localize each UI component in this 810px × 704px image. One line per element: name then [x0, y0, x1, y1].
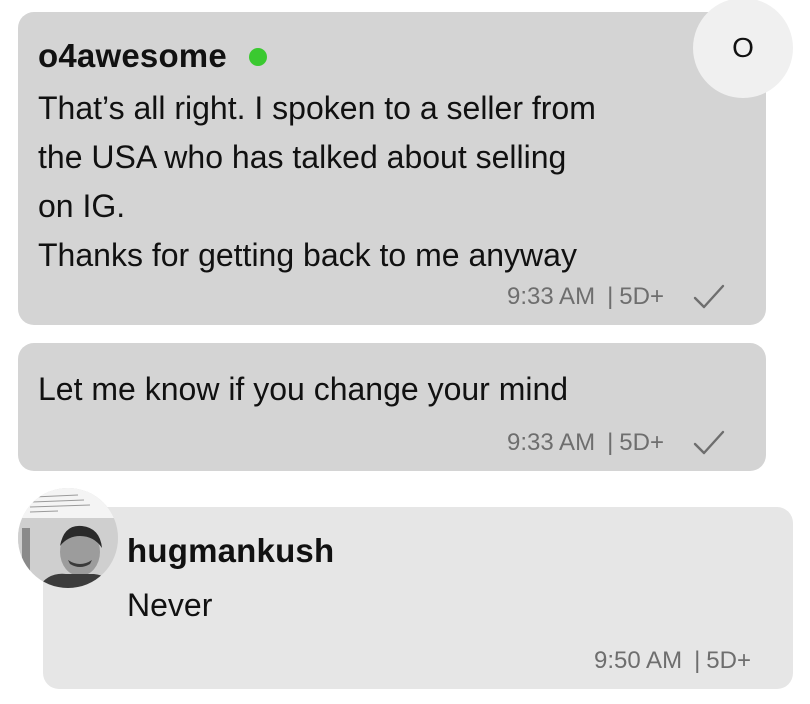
message-time: 9:33 AM [507, 429, 596, 456]
message-time: 9:33 AM [507, 283, 596, 310]
message-meta: 9:50 AM | 5D+ [594, 647, 751, 675]
message-meta: 9:33 AM | 5D+ [507, 283, 726, 311]
avatar[interactable]: O [693, 0, 793, 98]
meta-separator: | [694, 647, 701, 674]
message-bubble[interactable]: Let me know if you change your mind 9:33… [18, 343, 766, 471]
sender-name[interactable]: o4awesome [38, 37, 227, 75]
message-text: Let me know if you change your mind [38, 371, 569, 407]
sent-check-icon [693, 430, 725, 455]
message-text: That’s all right. I spoken to a seller f… [38, 90, 596, 273]
avatar-initial: O [732, 32, 754, 63]
meta-separator: | [607, 283, 614, 310]
message-bubble[interactable]: hugmankush Never 9:50 AM | 5D+ [43, 507, 793, 689]
message-bubble[interactable]: o4awesome That’s all right. I spoken to … [18, 12, 766, 325]
message-meta: 9:33 AM | 5D+ [507, 429, 726, 457]
online-status-icon [248, 48, 267, 66]
sender-row: o4awesome [38, 34, 746, 78]
message-age: 5D+ [706, 647, 751, 674]
sent-check-icon [693, 284, 725, 309]
message-text: Never [127, 587, 213, 623]
meta-separator: | [607, 429, 614, 456]
message-time: 9:50 AM [594, 647, 683, 674]
sender-row: hugmankush [127, 529, 773, 573]
avatar[interactable] [18, 488, 118, 588]
sender-name[interactable]: hugmankush [127, 532, 334, 570]
profile-photo-icon [18, 488, 118, 588]
chat-thread: o4awesome That’s all right. I spoken to … [0, 0, 810, 704]
message-age: 5D+ [619, 283, 664, 310]
message-age: 5D+ [619, 429, 664, 456]
